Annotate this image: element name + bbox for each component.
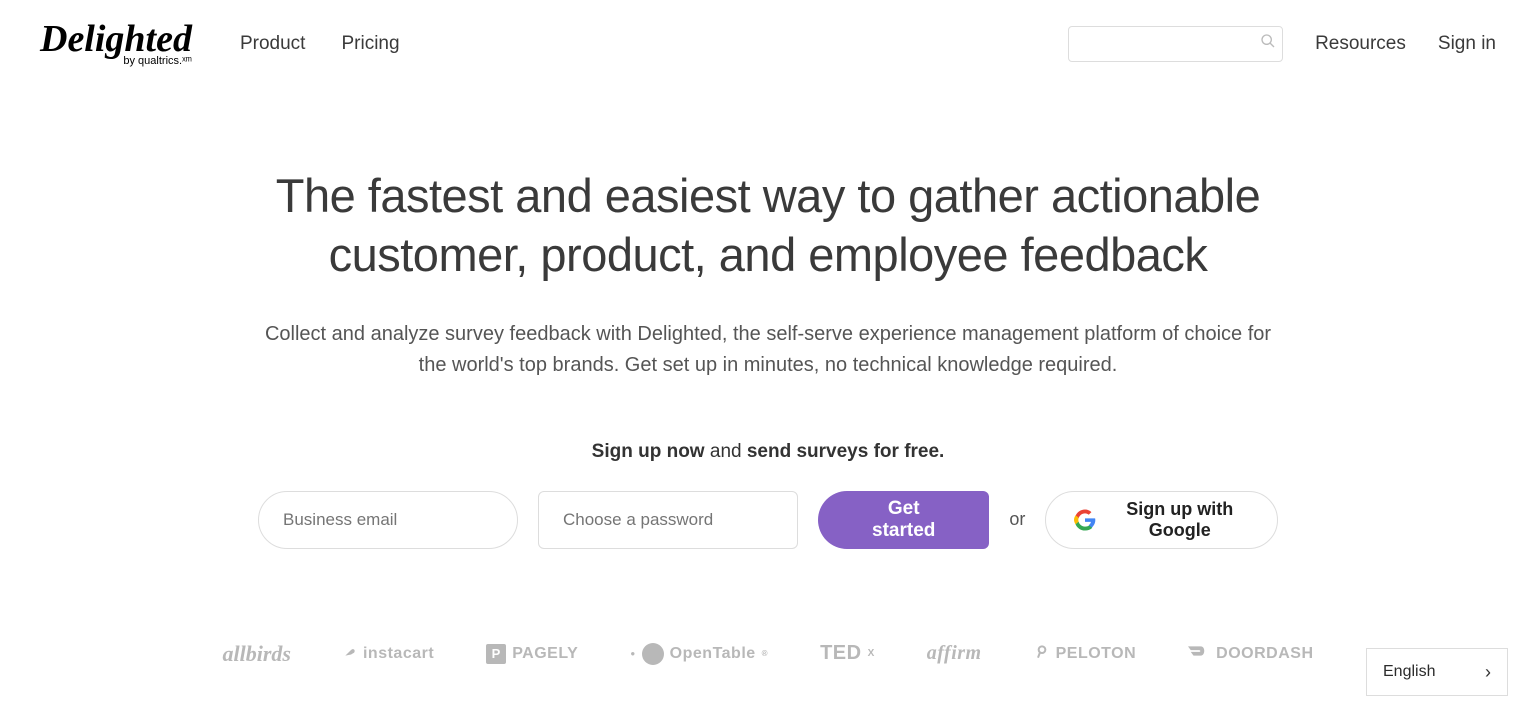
brand-instacart: instacart (343, 644, 434, 663)
cta-mid: and (705, 441, 747, 462)
hero-subtitle: Collect and analyze survey feedback with… (258, 319, 1278, 381)
brand-opentable: ● OpenTable ® (630, 643, 768, 665)
nav-pricing[interactable]: Pricing (341, 33, 399, 55)
brand-affirm: affirm (927, 642, 982, 665)
nav-product[interactable]: Product (240, 33, 305, 55)
brand-affirm-label: affirm (927, 642, 982, 665)
header-right: Resources Sign in (1068, 26, 1496, 62)
search-input[interactable] (1079, 36, 1260, 52)
doordash-icon (1188, 644, 1210, 663)
signup-form: Get started or Sign up with Google (258, 491, 1278, 549)
brand-opentable-label: OpenTable (670, 645, 756, 663)
logo-subtext: by qualtrics.ˣᵐ (40, 56, 192, 67)
brand-instacart-label: instacart (363, 645, 434, 663)
get-started-button[interactable]: Get started (818, 491, 989, 549)
main-nav: Product Pricing (240, 33, 400, 55)
signup-cta: Sign up now and send surveys for free. (258, 441, 1278, 463)
logo[interactable]: Delighted by qualtrics.ˣᵐ (40, 20, 192, 67)
nav-resources[interactable]: Resources (1315, 33, 1406, 55)
language-picker[interactable]: English › (1366, 648, 1508, 696)
brand-peloton: PELOTON (1034, 643, 1137, 664)
chevron-right-icon: › (1485, 662, 1491, 683)
tedx-suf: X (868, 648, 875, 659)
google-icon (1074, 509, 1096, 531)
cta-bold-1: Sign up now (592, 441, 705, 462)
brand-doordash: DOORDASH (1188, 644, 1313, 663)
pagely-badge-icon: P (486, 644, 506, 664)
tedx-pre: TED (820, 642, 862, 665)
hero: The fastest and easiest way to gather ac… (218, 167, 1318, 667)
brand-doordash-label: DOORDASH (1216, 645, 1313, 663)
email-field[interactable] (258, 491, 518, 549)
google-signup-label: Sign up with Google (1110, 499, 1249, 541)
search-box[interactable] (1068, 26, 1283, 62)
brand-pagely-label: PAGELY (512, 645, 578, 663)
or-divider: or (1009, 509, 1025, 530)
hero-title: The fastest and easiest way to gather ac… (258, 167, 1278, 285)
search-icon (1260, 33, 1276, 54)
brand-allbirds: allbirds (223, 641, 291, 667)
opentable-circle-icon (642, 643, 664, 665)
brand-tedx: TED X (820, 642, 875, 665)
language-label: English (1383, 663, 1435, 681)
header: Delighted by qualtrics.ˣᵐ Product Pricin… (0, 0, 1536, 87)
password-field[interactable] (538, 491, 798, 549)
peloton-icon (1034, 643, 1050, 664)
logo-text: Delighted (40, 20, 192, 58)
cta-bold-2: send surveys for free. (747, 441, 944, 462)
nav-signin[interactable]: Sign in (1438, 33, 1496, 55)
brand-peloton-label: PELOTON (1056, 645, 1137, 663)
google-signup-button[interactable]: Sign up with Google (1045, 491, 1278, 549)
brand-logos: allbirds instacart P PAGELY ● OpenTable … (258, 641, 1278, 667)
carrot-icon (343, 644, 357, 663)
brand-pagely: P PAGELY (486, 644, 578, 664)
